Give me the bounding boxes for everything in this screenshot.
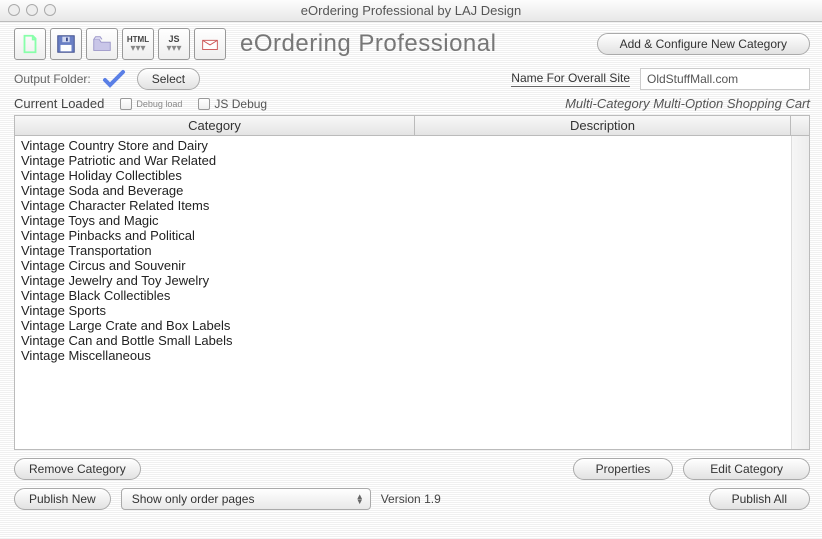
js-debug-checkbox[interactable]: JS Debug (198, 97, 267, 111)
minimize-window-button[interactable] (26, 4, 38, 16)
zoom-window-button[interactable] (44, 4, 56, 16)
checkbox-icon (120, 98, 132, 110)
page-filter-select[interactable]: Show only order pages ▲▼ (121, 488, 371, 510)
mail-icon (199, 33, 221, 55)
floppy-disk-icon (55, 33, 77, 55)
column-header-scroll (791, 116, 809, 135)
select-output-folder-button[interactable]: Select (137, 68, 200, 90)
output-folder-check-icon (101, 68, 127, 90)
cart-type-label: Multi-Category Multi-Option Shopping Car… (565, 96, 810, 111)
window-titlebar: eOrdering Professional by LAJ Design (0, 0, 822, 22)
category-table: Category Description Vintage Country Sto… (14, 115, 810, 450)
js-preview-button[interactable]: JS ▾▾▾ (158, 28, 190, 60)
save-button[interactable] (50, 28, 82, 60)
folder-icon (91, 33, 113, 55)
checkbox-icon (198, 98, 210, 110)
column-header-category[interactable]: Category (15, 116, 415, 135)
select-label: Show only order pages (132, 492, 255, 506)
site-name-label: Name For Overall Site (511, 71, 630, 87)
version-label: Version 1.9 (381, 492, 441, 506)
close-window-button[interactable] (8, 4, 20, 16)
properties-button[interactable]: Properties (573, 458, 674, 480)
table-body[interactable]: Vintage Country Store and DairyVintage P… (15, 136, 791, 449)
html-preview-button[interactable]: HTML ▾▾▾ (122, 28, 154, 60)
table-row[interactable]: Vintage Miscellaneous (21, 348, 785, 363)
remove-category-button[interactable]: Remove Category (14, 458, 141, 480)
window-controls (8, 4, 56, 16)
output-folder-label: Output Folder: (14, 72, 91, 86)
table-header: Category Description (15, 116, 809, 136)
table-row[interactable]: Vintage Circus and Souvenir (21, 258, 785, 273)
table-row[interactable]: Vintage Large Crate and Box Labels (21, 318, 785, 333)
table-row[interactable]: Vintage Toys and Magic (21, 213, 785, 228)
table-row[interactable]: Vintage Pinbacks and Political (21, 228, 785, 243)
table-row[interactable]: Vintage Black Collectibles (21, 288, 785, 303)
table-row[interactable]: Vintage Can and Bottle Small Labels (21, 333, 785, 348)
publish-new-button[interactable]: Publish New (14, 488, 111, 510)
vertical-scrollbar[interactable] (791, 136, 809, 449)
add-configure-category-button[interactable]: Add & Configure New Category (597, 33, 810, 55)
debug-load-checkbox[interactable]: Debug load (120, 98, 182, 110)
table-row[interactable]: Vintage Jewelry and Toy Jewelry (21, 273, 785, 288)
table-row[interactable]: Vintage Holiday Collectibles (21, 168, 785, 183)
chevron-updown-icon: ▲▼ (356, 494, 364, 504)
mail-button[interactable] (194, 28, 226, 60)
table-row[interactable]: Vintage Patriotic and War Related (21, 153, 785, 168)
edit-category-button[interactable]: Edit Category (683, 458, 810, 480)
table-row[interactable]: Vintage Soda and Beverage (21, 183, 785, 198)
site-name-input[interactable] (640, 68, 810, 90)
js-debug-label: JS Debug (214, 97, 267, 111)
column-header-description[interactable]: Description (415, 116, 791, 135)
new-document-button[interactable] (14, 28, 46, 60)
debug-load-label: Debug load (136, 99, 182, 109)
document-icon (19, 33, 41, 55)
window-title: eOrdering Professional by LAJ Design (301, 3, 521, 18)
table-row[interactable]: Vintage Sports (21, 303, 785, 318)
table-row[interactable]: Vintage Transportation (21, 243, 785, 258)
current-loaded-label: Current Loaded (14, 96, 104, 111)
table-row[interactable]: Vintage Character Related Items (21, 198, 785, 213)
table-row[interactable]: Vintage Country Store and Dairy (21, 138, 785, 153)
open-folder-button[interactable] (86, 28, 118, 60)
publish-all-button[interactable]: Publish All (709, 488, 810, 510)
app-title: eOrdering Professional (240, 30, 496, 58)
